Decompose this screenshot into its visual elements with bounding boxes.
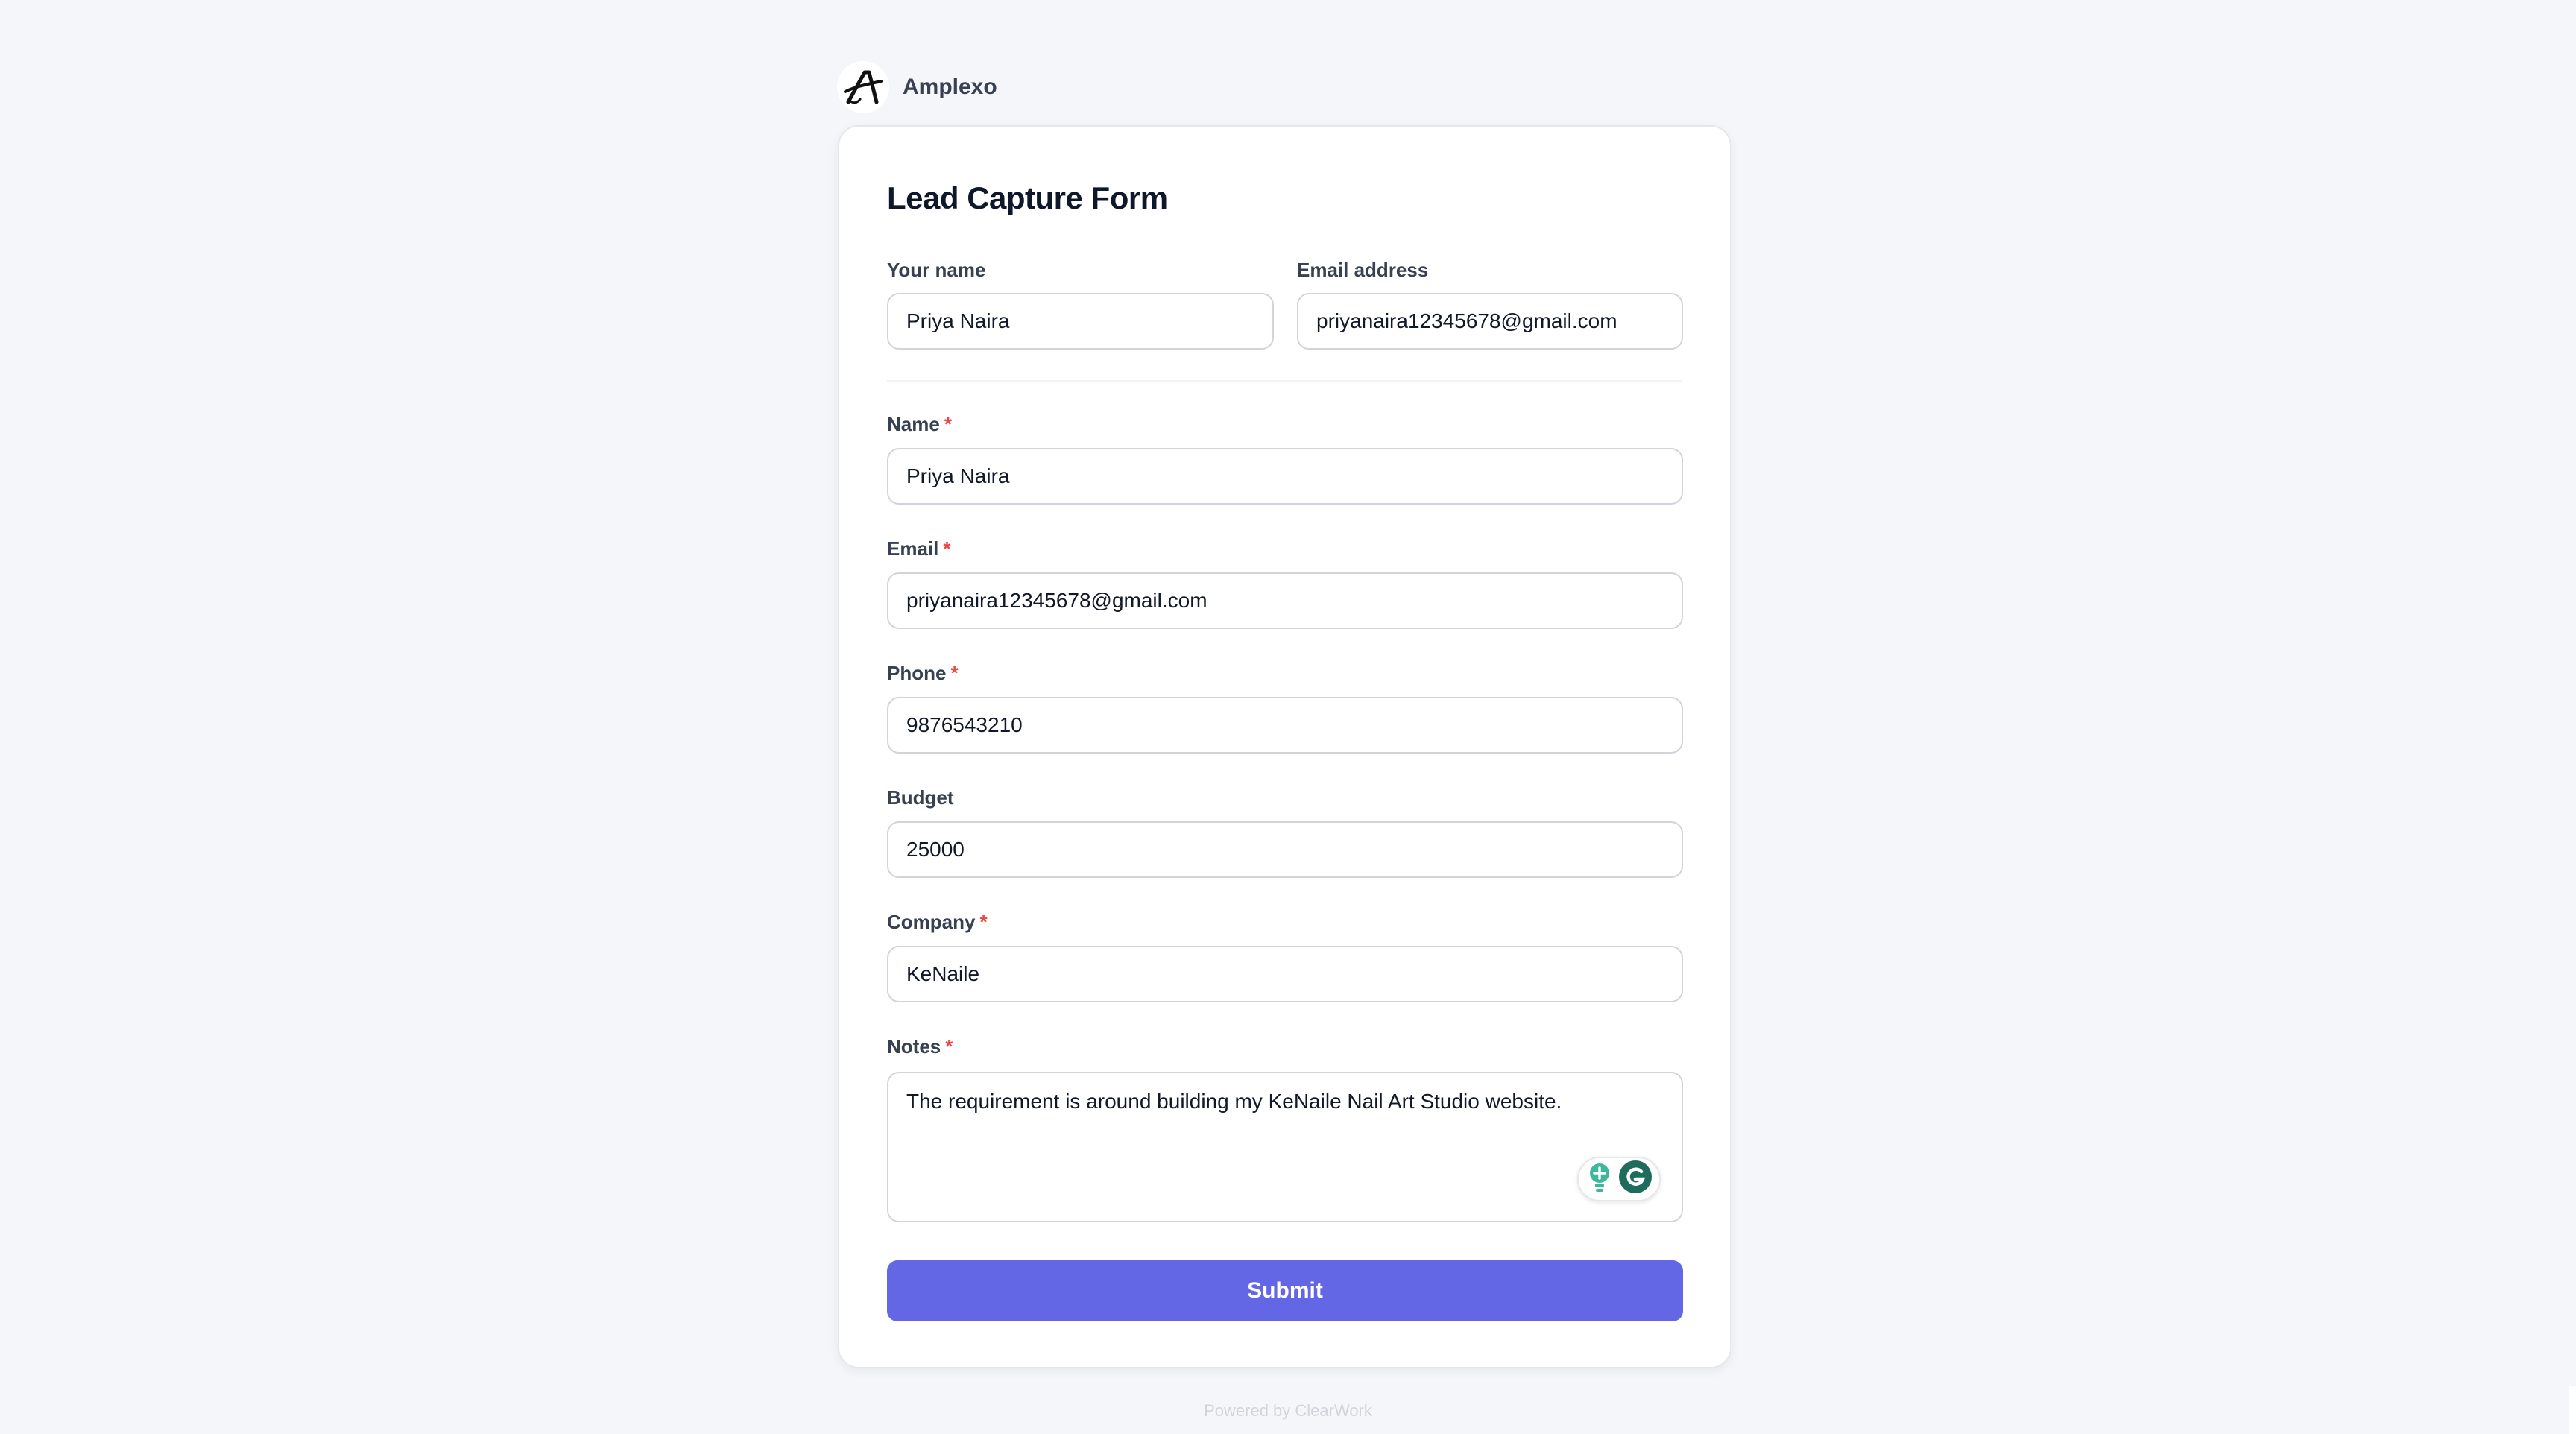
required-marker: * [950,662,959,684]
budget-label: Budget [887,786,954,809]
amplexo-logo-icon [837,61,889,113]
section-divider [887,380,1682,382]
notes-text: The requirement is around building my Ke… [906,1090,1562,1113]
writing-assistant-widget[interactable] [1577,1157,1661,1201]
required-marker: * [979,911,988,933]
notes-textarea[interactable]: The requirement is around building my Ke… [887,1072,1683,1222]
page-scrollbar[interactable] [2569,0,2576,1434]
brand-header: Amplexo [837,61,997,113]
brand-name: Amplexo [903,75,997,99]
your-name-label: Your name [887,259,986,281]
scrollbar-thumb[interactable] [2569,1386,2576,1434]
name-label: Name * [887,413,952,435]
email-address-input[interactable]: priyanaira12345678@gmail.com [1297,293,1683,350]
company-label: Company * [887,911,988,933]
budget-input[interactable]: 25000 [887,821,1683,878]
grammarly-icon[interactable] [1618,1160,1652,1199]
company-input[interactable]: KeNaile [887,946,1683,1002]
your-name-input[interactable]: Priya Naira [887,293,1274,350]
phone-label: Phone * [887,662,959,684]
lead-capture-form: Lead Capture Form Your name Priya Naira … [838,125,1731,1368]
email-input[interactable]: priyanaira12345678@gmail.com [887,572,1683,629]
required-marker: * [945,1035,953,1058]
form-title: Lead Capture Form [887,180,1168,215]
required-marker: * [943,537,951,560]
lightbulb-plus-icon[interactable] [1585,1160,1614,1198]
phone-input[interactable]: 9876543210 [887,697,1683,754]
required-marker: * [944,413,952,435]
email-label: Email * [887,537,951,560]
powered-by-footer[interactable]: Powered by ClearWork [0,1401,2576,1421]
email-address-label: Email address [1297,259,1429,281]
notes-label: Notes * [887,1035,953,1058]
name-input[interactable]: Priya Naira [887,448,1683,505]
submit-button[interactable]: Submit [887,1260,1683,1321]
